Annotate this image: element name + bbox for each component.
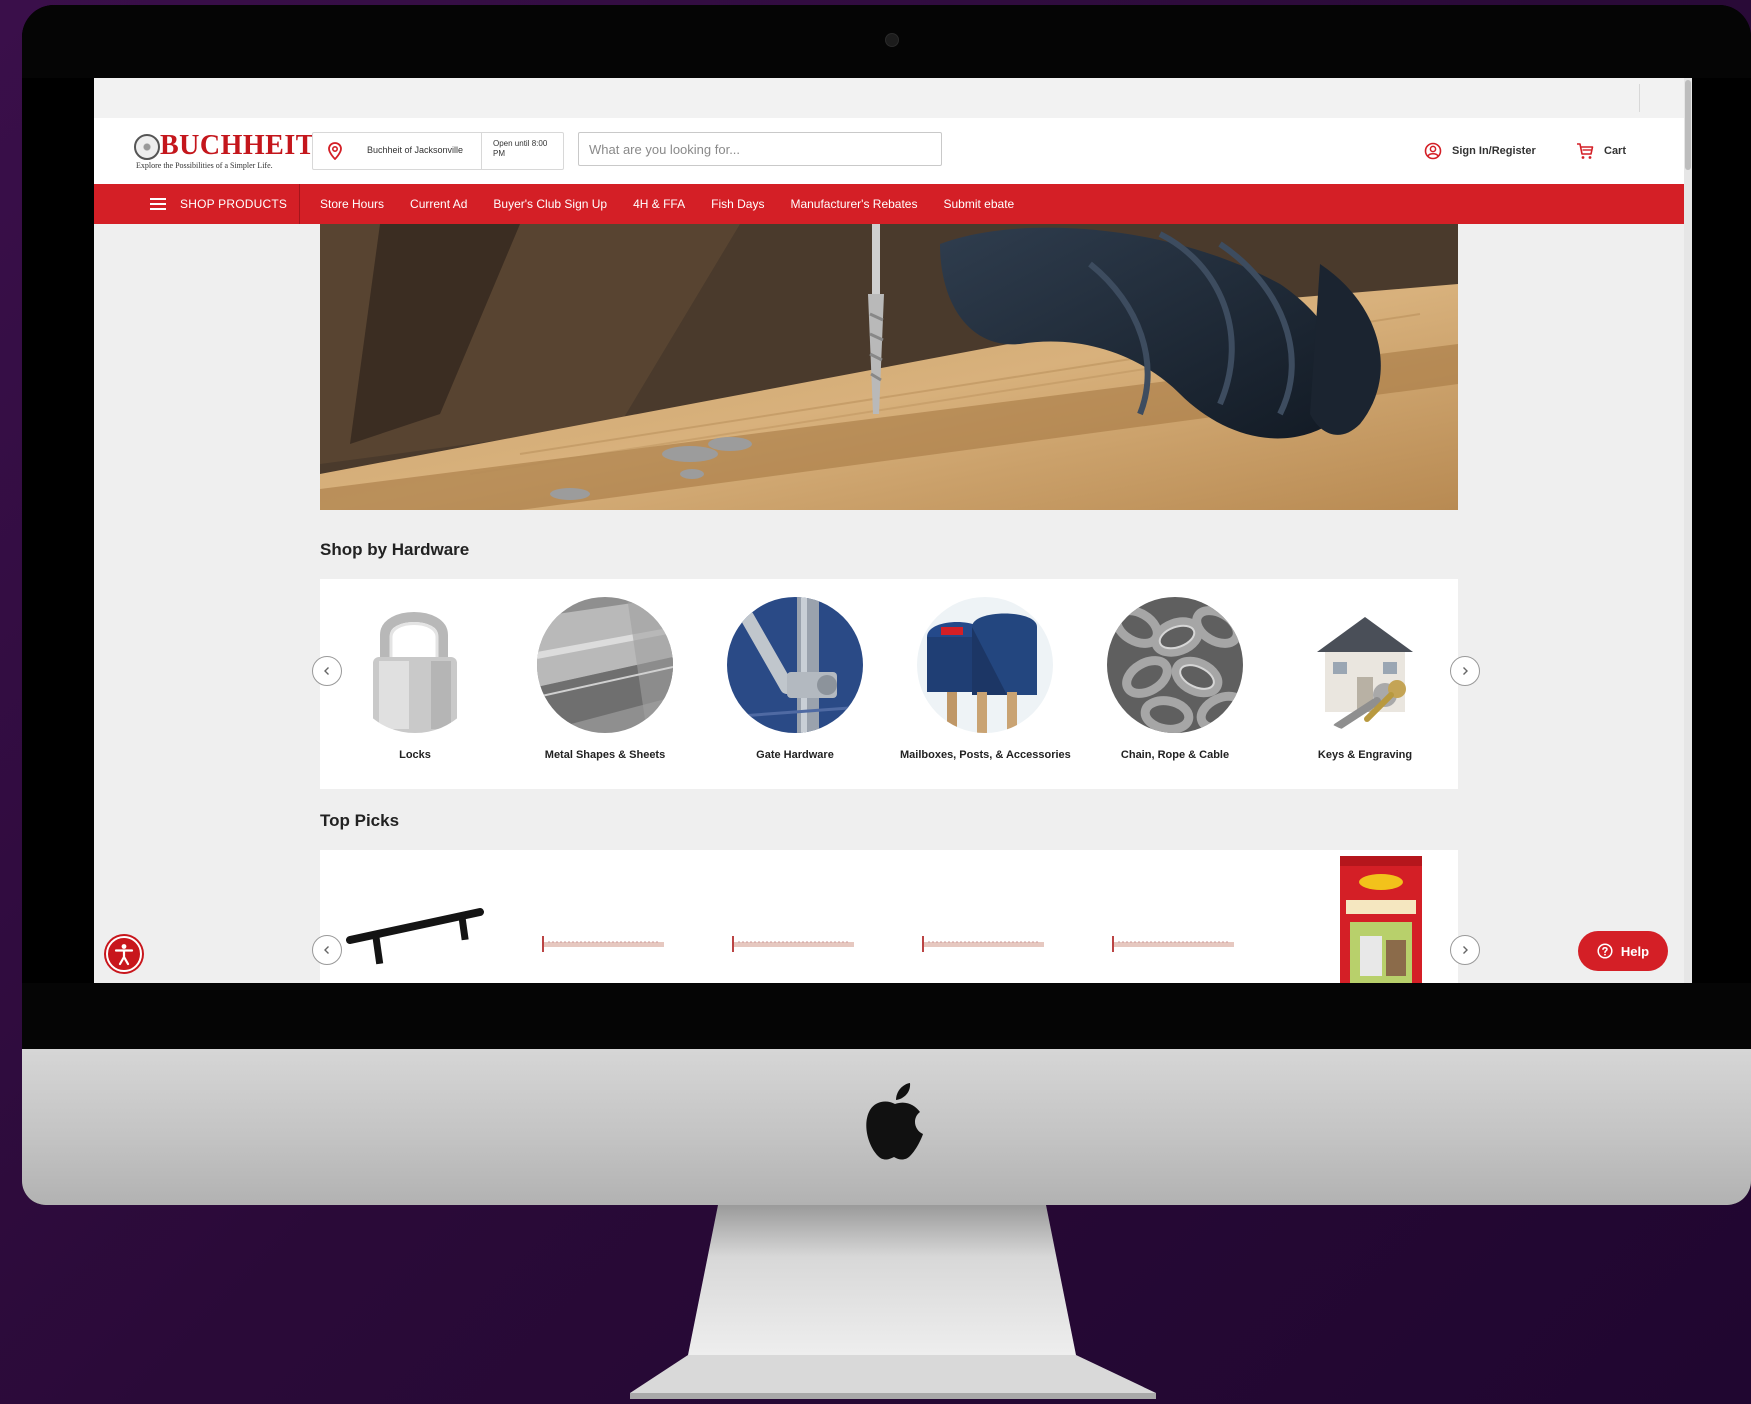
sign-in-register-link[interactable]: Sign In/Register [1424, 140, 1536, 162]
screw-strip-image [1112, 936, 1234, 952]
screw-strip-image [732, 936, 854, 952]
monitor-bezel-top [22, 5, 1751, 78]
command-strips-package-image [1340, 856, 1422, 983]
buchheit-logo[interactable]: BUCHHEIT Explore the Possibilities of a … [134, 130, 314, 174]
category-label: Metal Shapes & Sheets [544, 749, 666, 761]
store-selector[interactable]: Buchheit of Jacksonville Open until 8:00… [312, 132, 564, 170]
top-pick-item[interactable] [730, 868, 880, 983]
nav-manufacturers-rebates[interactable]: Manufacturer's Rebates [790, 197, 917, 211]
top-pick-item[interactable] [340, 868, 490, 983]
category-prev-button[interactable] [312, 656, 342, 686]
category-next-button[interactable] [1450, 656, 1480, 686]
nav-store-hours[interactable]: Store Hours [320, 197, 384, 211]
category-label: Gate Hardware [756, 749, 834, 761]
wagon-wheel-icon [134, 134, 160, 160]
question-circle-icon [1597, 943, 1613, 959]
category-keys-engraving[interactable]: Keys & Engraving [1280, 597, 1450, 761]
monitor-stand [630, 1205, 1156, 1399]
user-icon [1424, 142, 1442, 160]
site-header: BUCHHEIT Explore the Possibilities of a … [94, 118, 1684, 184]
logo-tagline: Explore the Possibilities of a Simpler L… [136, 161, 273, 170]
nav-submit-rebate[interactable]: Submit ebate [943, 197, 1014, 211]
shop-by-hardware-title: Shop by Hardware [320, 540, 470, 559]
page-scrollbar[interactable] [1684, 78, 1692, 983]
location-pin-icon [328, 142, 342, 160]
category-chain-rope-cable[interactable]: Chain, Rope & Cable [1090, 597, 1260, 761]
category-metal-shapes-sheets[interactable]: Metal Shapes & Sheets [520, 597, 690, 761]
screw-strip-image [542, 936, 664, 952]
chevron-right-icon [1463, 946, 1468, 954]
padlock-icon [347, 597, 483, 733]
browser-top-strip [94, 78, 1692, 119]
divider [1639, 84, 1640, 112]
top-pick-item[interactable] [920, 868, 1070, 983]
category-mailboxes-posts[interactable]: Mailboxes, Posts, & Accessories [900, 597, 1071, 761]
top-pick-item[interactable] [1310, 852, 1460, 983]
cart-label: Cart [1604, 145, 1627, 157]
category-carousel: Locks Metal Shapes & Sheets Gate Hardwar… [320, 579, 1458, 789]
nav-fish-days[interactable]: Fish Days [711, 197, 764, 211]
cart-icon [1577, 143, 1594, 159]
category-label: Locks [399, 749, 431, 761]
apple-logo-icon [866, 1083, 923, 1160]
category-label: Mailboxes, Posts, & Accessories [900, 749, 1071, 761]
keys-house-icon [1297, 597, 1433, 733]
chain-icon [1107, 597, 1243, 733]
hero-illustration [320, 224, 1458, 510]
shop-products-menu[interactable]: SHOP PRODUCTS [150, 184, 301, 224]
cabinet-pull-handle-image [346, 908, 484, 965]
shop-products-label: SHOP PRODUCTS [180, 197, 288, 211]
camera-icon [885, 33, 899, 47]
chevron-left-icon [324, 946, 329, 954]
top-picks-title: Top Picks [320, 811, 400, 830]
scrollbar-thumb[interactable] [1685, 80, 1691, 170]
category-locks[interactable]: Locks [330, 597, 500, 761]
nav-4h-ffa[interactable]: 4H & FFA [633, 197, 685, 211]
metal-sheets-icon [537, 597, 673, 733]
nav-buyers-club[interactable]: Buyer's Club Sign Up [493, 197, 607, 211]
cart-link[interactable]: Cart [1576, 140, 1626, 162]
gate-latch-icon [727, 597, 863, 733]
store-name: Buchheit of Jacksonville [367, 145, 464, 155]
accessibility-button[interactable] [106, 936, 142, 972]
top-picks-prev-button[interactable] [312, 935, 342, 965]
logo-text: BUCHHEIT [160, 130, 315, 161]
nav-links: Store Hours Current Ad Buyer's Club Sign… [320, 184, 1040, 224]
top-picks-next-button[interactable] [1450, 935, 1480, 965]
nav-current-ad[interactable]: Current Ad [410, 197, 467, 211]
chevron-right-icon [1463, 667, 1468, 675]
top-pick-item[interactable] [540, 868, 690, 983]
hero-banner-image[interactable] [320, 224, 1458, 510]
accessibility-icon [114, 944, 134, 966]
search-input[interactable] [578, 132, 942, 166]
monitor-bezel-bottom [22, 983, 1751, 1049]
divider [481, 133, 482, 169]
category-gate-hardware[interactable]: Gate Hardware [710, 597, 880, 761]
mailbox-icon [917, 597, 1053, 733]
browser-screen: BUCHHEIT Explore the Possibilities of a … [94, 78, 1692, 983]
category-label: Keys & Engraving [1317, 749, 1413, 761]
help-label: Help [1620, 943, 1650, 959]
category-label: Chain, Rope & Cable [1120, 749, 1230, 761]
chevron-left-icon [324, 667, 329, 675]
help-button[interactable]: Help [1578, 931, 1668, 971]
sign-in-label: Sign In/Register [1452, 145, 1536, 157]
top-picks-carousel [320, 850, 1458, 983]
hamburger-menu-icon [150, 198, 166, 210]
store-hours: Open until 8:00 PM [493, 139, 548, 158]
screw-strip-image [922, 936, 1044, 952]
top-pick-item[interactable] [1110, 868, 1260, 983]
main-navigation: SHOP PRODUCTS Store Hours Current Ad Buy… [94, 184, 1684, 224]
monitor-frame: BUCHHEIT Explore the Possibilities of a … [22, 5, 1751, 1205]
